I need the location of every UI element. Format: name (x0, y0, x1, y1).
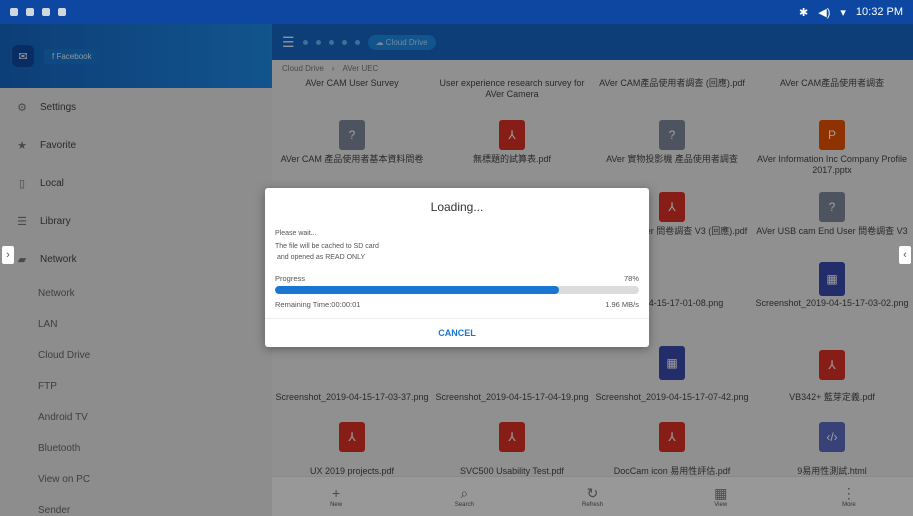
cancel-button[interactable]: CANCEL (265, 322, 649, 344)
wait-message: Please wait... (275, 230, 317, 237)
transfer-speed: 1.96 MB/s (605, 300, 639, 309)
notification-icon (42, 8, 50, 16)
notification-icon (58, 8, 66, 16)
volume-icon: ◀) (818, 6, 831, 19)
progress-label: Progress (275, 274, 306, 283)
loading-dialog: Loading... Please wait... The file will … (265, 188, 649, 347)
progress-footer: Remaining Time:00:00:01 1.96 MB/s (275, 300, 639, 309)
cache-message: The file will be cached to SD card (275, 243, 379, 250)
wifi-icon: ▾ (840, 6, 846, 19)
read-only-message: and opened as READ ONLY (275, 254, 366, 261)
expand-right-arrow-icon[interactable]: ‹ (899, 246, 911, 264)
bluetooth-icon: ✱ (799, 6, 809, 19)
progress-percent: 78% (623, 274, 639, 283)
dialog-title: Loading... (430, 200, 484, 214)
notification-icon (10, 8, 18, 16)
progress-header: Progress 78% (275, 274, 639, 283)
remaining-time: Remaining Time:00:00:01 (275, 300, 361, 309)
status-bar: ✱ ◀) ▾ 10:32 PM (0, 0, 913, 24)
notification-icon (26, 8, 34, 16)
progress-bar (275, 286, 639, 294)
clock: 10:32 PM (855, 6, 903, 18)
progress-bar-fill (275, 286, 559, 294)
expand-left-arrow-icon[interactable]: › (2, 246, 14, 264)
notification-icons (10, 8, 66, 16)
divider (265, 318, 649, 319)
